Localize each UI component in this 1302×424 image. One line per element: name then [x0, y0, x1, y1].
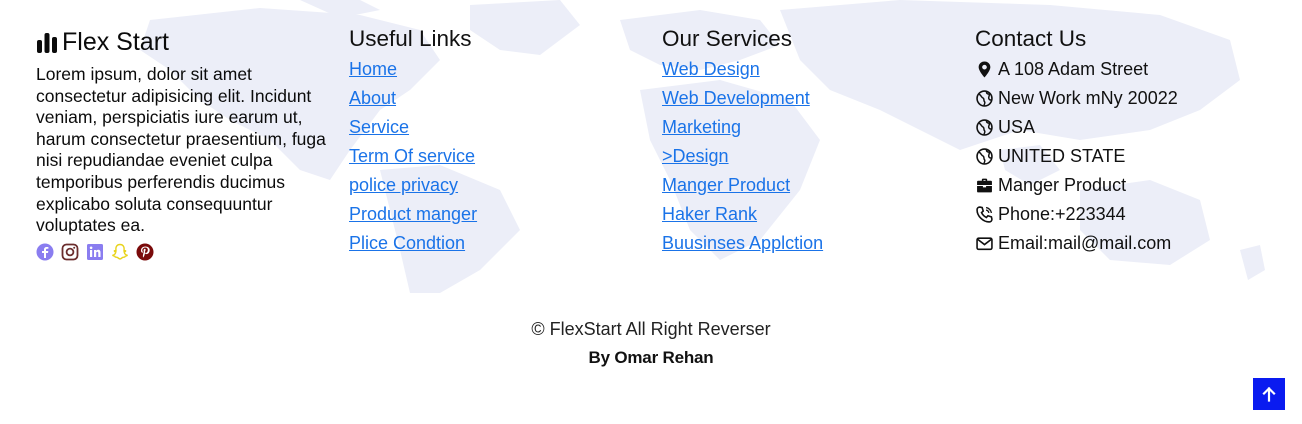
linkedin-icon[interactable]	[86, 243, 104, 261]
contact-country-text: USA	[998, 117, 1036, 137]
contact-state: UNITED STATE	[975, 142, 1275, 171]
contact-job: Manger Product	[975, 171, 1275, 200]
arrow-up-icon	[1262, 386, 1276, 402]
service-haker-rank[interactable]: Haker Rank	[662, 204, 757, 224]
envelope-icon	[975, 235, 993, 253]
contact-list: A 108 Adam Street New Work mNy 20022 USA…	[975, 55, 1275, 258]
footer-top: Flex Start Lorem ipsum, dolor sit amet c…	[0, 0, 1302, 293]
globe-icon	[975, 119, 993, 137]
facebook-icon[interactable]	[36, 243, 54, 261]
services-list: Web Design Web Development Marketing >De…	[662, 55, 952, 258]
link-privacy[interactable]: police privacy	[349, 175, 458, 195]
contact-phone: Phone:+223344	[975, 200, 1275, 229]
pinterest-icon[interactable]	[136, 243, 154, 261]
services-column: Our Services Web Design Web Development …	[662, 26, 952, 258]
contact-address-text: A 108 Adam Street	[998, 59, 1149, 79]
back-to-top-button[interactable]	[1253, 378, 1285, 410]
service-design[interactable]: >Design	[662, 146, 729, 166]
contact-email-text: Email:mail@mail.com	[998, 233, 1172, 253]
phone-icon	[975, 206, 993, 224]
map-pin-icon	[975, 61, 993, 79]
service-marketing[interactable]: Marketing	[662, 117, 741, 137]
contact-state-text: UNITED STATE	[998, 146, 1126, 166]
service-business-application[interactable]: Buusinses Applction	[662, 233, 823, 253]
author-credit: By Omar Rehan	[588, 348, 714, 367]
contact-column: Contact Us A 108 Adam Street New Work mN…	[975, 26, 1275, 258]
link-about[interactable]: About	[349, 88, 396, 108]
brand-name: Flex Start	[62, 27, 169, 56]
services-title: Our Services	[662, 26, 793, 51]
useful-links-title: Useful Links	[349, 26, 472, 51]
globe-icon	[975, 148, 993, 166]
link-conditions[interactable]: Plice Condtion	[349, 233, 465, 253]
globe-icon	[975, 90, 993, 108]
useful-links-column: Useful Links Home About Service Term Of …	[349, 26, 639, 258]
useful-links-list: Home About Service Term Of service polic…	[349, 55, 639, 258]
contact-title: Contact Us	[975, 26, 1087, 51]
brand-column: Flex Start Lorem ipsum, dolor sit amet c…	[36, 26, 331, 261]
brand[interactable]: Flex Start	[36, 26, 331, 58]
contact-country: USA	[975, 113, 1275, 142]
brand-description: Lorem ipsum, dolor sit amet consectetur …	[36, 64, 326, 236]
service-web-development[interactable]: Web Development	[662, 88, 810, 108]
link-product-manager[interactable]: Product manger	[349, 204, 477, 224]
contact-email: Email:mail@mail.com	[975, 229, 1275, 258]
link-terms[interactable]: Term Of service	[349, 146, 475, 166]
snapchat-icon[interactable]	[111, 243, 129, 261]
briefcase-icon	[975, 177, 993, 195]
copyright-text: © FlexStart All Right Reverser	[531, 319, 771, 339]
bar-chart-icon	[36, 31, 58, 53]
instagram-icon[interactable]	[61, 243, 79, 261]
contact-city: New Work mNy 20022	[975, 84, 1275, 113]
service-web-design[interactable]: Web Design	[662, 59, 760, 79]
contact-address: A 108 Adam Street	[975, 55, 1275, 84]
social-links	[36, 243, 331, 261]
contact-job-text: Manger Product	[998, 175, 1127, 195]
service-manager-product[interactable]: Manger Product	[662, 175, 790, 195]
contact-phone-text: Phone:+223344	[998, 204, 1126, 224]
link-home[interactable]: Home	[349, 59, 397, 79]
contact-city-text: New Work mNy 20022	[998, 88, 1178, 108]
link-service[interactable]: Service	[349, 117, 409, 137]
